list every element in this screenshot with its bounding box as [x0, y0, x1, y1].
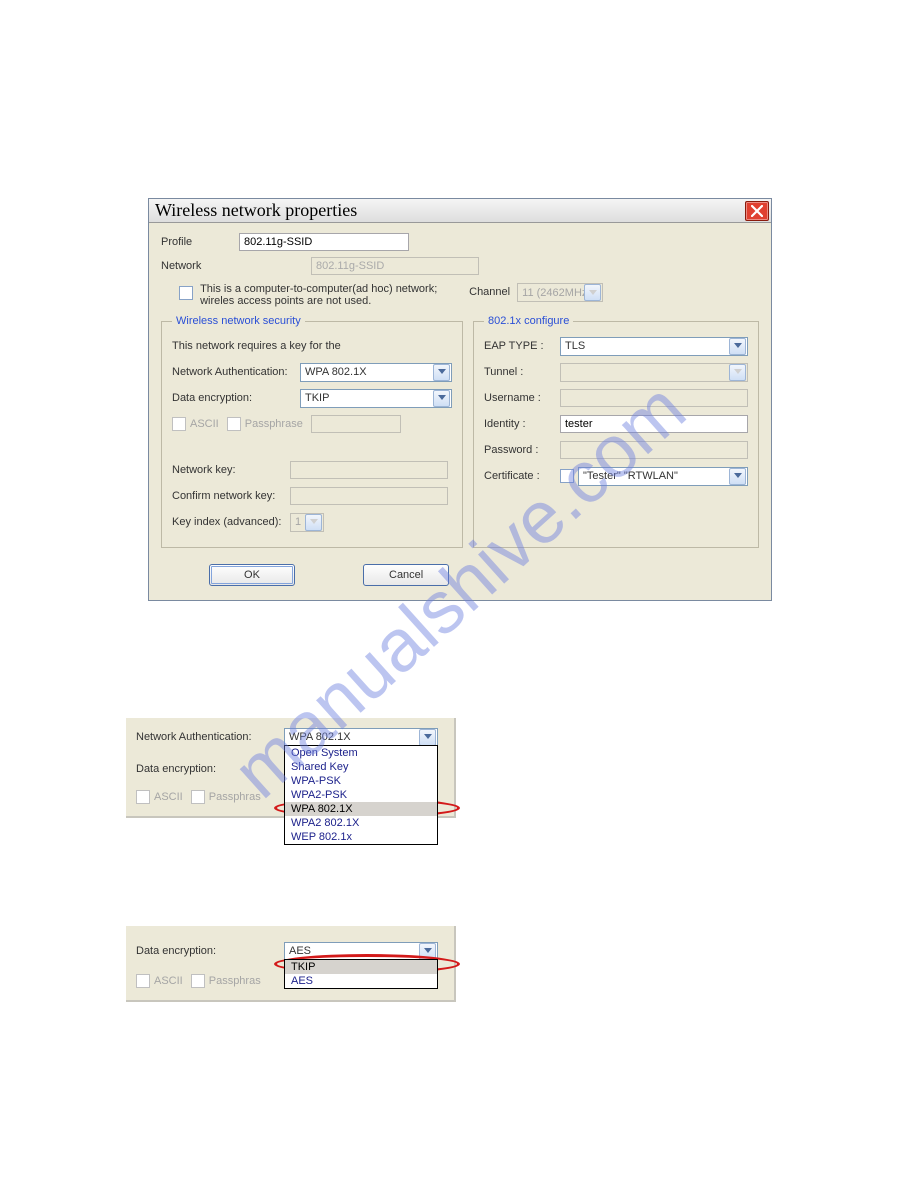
auth-select[interactable]: WPA 802.1X [284, 728, 438, 747]
eap-label: EAP TYPE : [484, 340, 560, 352]
passphrase-checkbox [191, 974, 205, 988]
ok-label: OK [244, 569, 260, 581]
confirmkey-label: Confirm network key: [172, 490, 290, 502]
cancel-button[interactable]: Cancel [363, 564, 449, 586]
profile-label: Profile [161, 236, 239, 248]
password-input [560, 441, 748, 459]
cert-value: "Tester" "RTWLAN" [579, 470, 729, 482]
auth-option[interactable]: WEP 802.1x [285, 830, 437, 844]
tunnel-select [560, 363, 748, 382]
netkey-label: Network key: [172, 464, 290, 476]
close-icon [751, 205, 763, 217]
ascii-checkbox [136, 974, 150, 988]
auth-option[interactable]: Open System [285, 746, 437, 760]
dot1x-group: 802.1x configure EAP TYPE : TLS Tunnel : [473, 315, 759, 548]
keyindex-label: Key index (advanced): [172, 516, 290, 528]
auth-dropdown-list[interactable]: Open System Shared Key WPA-PSK WPA2-PSK … [284, 745, 438, 845]
password-label: Password : [484, 444, 560, 456]
chevron-down-icon [305, 514, 322, 531]
cancel-label: Cancel [389, 569, 423, 581]
passphrase-checkbox [191, 790, 205, 804]
tunnel-label: Tunnel : [484, 366, 560, 378]
ok-button[interactable]: OK [209, 564, 295, 586]
auth-option[interactable]: WPA2-PSK [285, 788, 437, 802]
security-group: Wireless network security This network r… [161, 315, 463, 548]
channel-select: 11 (2462MHz) [517, 283, 603, 302]
passphrase-input [311, 415, 401, 433]
enc-value: AES [285, 945, 419, 957]
enc-option[interactable]: AES [285, 974, 437, 988]
passphrase-checkbox [227, 417, 241, 431]
button-row: OK Cancel [161, 564, 759, 586]
network-input [311, 257, 479, 275]
titlebar: Wireless network properties [149, 199, 771, 223]
enc-value: TKIP [301, 392, 433, 404]
chevron-down-icon [433, 364, 450, 381]
security-intro: This network requires a key for the [172, 340, 341, 352]
adhoc-text: This is a computer-to-computer(ad hoc) n… [200, 283, 460, 307]
adhoc-checkbox[interactable] [179, 286, 193, 300]
eap-value: TLS [561, 340, 729, 352]
dot1x-legend: 802.1x configure [484, 315, 573, 327]
security-legend: Wireless network security [172, 315, 305, 327]
network-label: Network [161, 260, 239, 272]
auth-value: WPA 802.1X [301, 366, 433, 378]
keyindex-value: 1 [291, 516, 305, 528]
auth-label: Network Authentication: [136, 731, 284, 743]
enc-label: Data encryption: [172, 392, 300, 404]
ascii-label: ASCII [190, 418, 219, 430]
auth-option[interactable]: WPA2 802.1X [285, 816, 437, 830]
enc-label: Data encryption: [136, 763, 284, 775]
dialog-title: Wireless network properties [155, 200, 357, 221]
netkey-input [290, 461, 448, 479]
passphrase-label: Passphras [209, 791, 261, 803]
username-label: Username : [484, 392, 560, 404]
identity-label: Identity : [484, 418, 560, 430]
auth-snippet: Network Authentication: WPA 802.1X Data … [126, 718, 456, 818]
enc-label: Data encryption: [136, 945, 284, 957]
cert-select[interactable]: "Tester" "RTWLAN" [578, 467, 748, 486]
enc-dropdown-list[interactable]: TKIP AES [284, 959, 438, 989]
chevron-down-icon [729, 468, 746, 485]
adhoc-row: This is a computer-to-computer(ad hoc) n… [179, 283, 759, 307]
chevron-down-icon [419, 729, 436, 746]
enc-select[interactable]: TKIP [300, 389, 452, 408]
eap-select[interactable]: TLS [560, 337, 748, 356]
keyindex-select: 1 [290, 513, 324, 532]
passphrase-label: Passphras [209, 975, 261, 987]
enc-select[interactable]: AES [284, 942, 438, 961]
enc-option-selected[interactable]: TKIP [285, 960, 437, 974]
cert-checkbox[interactable] [560, 469, 574, 483]
auth-select[interactable]: WPA 802.1X [300, 363, 452, 382]
enc-snippet: Data encryption: AES ASCII Passphras TKI… [126, 926, 456, 1002]
auth-option[interactable]: WPA-PSK [285, 774, 437, 788]
dialog-body: Profile Network This is a computer-to-co… [149, 223, 771, 600]
auth-option-selected[interactable]: WPA 802.1X [285, 802, 437, 816]
close-button[interactable] [745, 201, 769, 221]
confirmkey-input [290, 487, 448, 505]
chevron-down-icon [729, 364, 746, 381]
chevron-down-icon [419, 943, 436, 960]
channel-value: 11 (2462MHz) [518, 287, 584, 299]
channel-label: Channel [469, 286, 510, 298]
ascii-checkbox [172, 417, 186, 431]
chevron-down-icon [433, 390, 450, 407]
chevron-down-icon [729, 338, 746, 355]
auth-label: Network Authentication: [172, 366, 300, 378]
chevron-down-icon [584, 284, 601, 301]
ascii-label: ASCII [154, 975, 183, 987]
passphrase-label: Passphrase [245, 418, 303, 430]
auth-option[interactable]: Shared Key [285, 760, 437, 774]
username-input [560, 389, 748, 407]
cert-label: Certificate : [484, 470, 560, 482]
ascii-checkbox [136, 790, 150, 804]
identity-input[interactable] [560, 415, 748, 433]
profile-input[interactable] [239, 233, 409, 251]
wireless-properties-dialog: Wireless network properties Profile Netw… [148, 198, 772, 601]
auth-value: WPA 802.1X [285, 731, 419, 743]
ascii-label: ASCII [154, 791, 183, 803]
